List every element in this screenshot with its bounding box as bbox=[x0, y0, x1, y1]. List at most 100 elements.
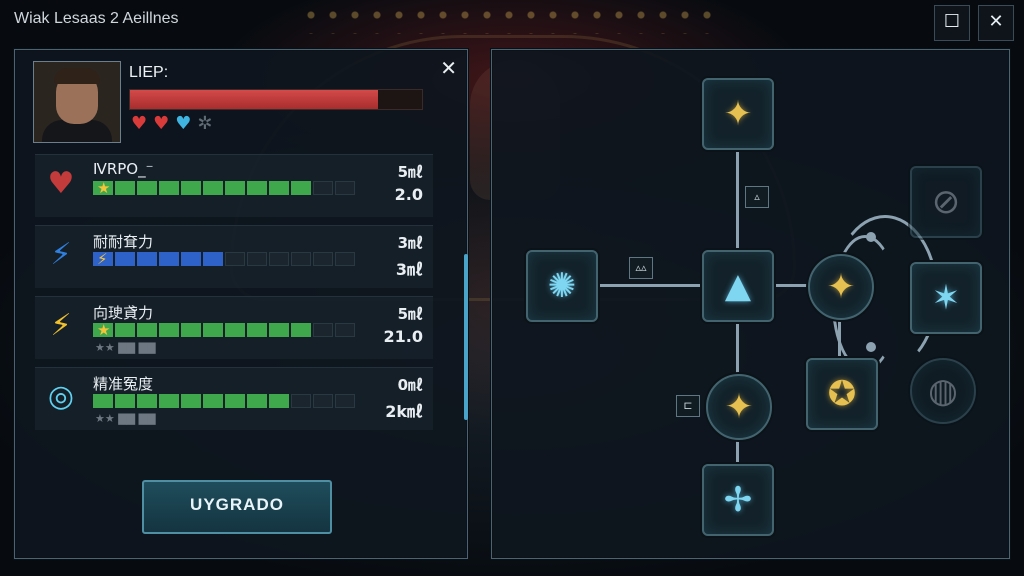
skill-node-center[interactable]: ▲ bbox=[702, 250, 774, 322]
stat-bar-segment bbox=[203, 181, 223, 195]
skill-icon: ✦ bbox=[723, 94, 753, 134]
stat-bar-segment bbox=[269, 252, 289, 266]
stat-name: 精准冤度 bbox=[93, 375, 154, 393]
stat-row[interactable]: ♥ ⅣRPO_⁻ ★ 5㎖ 2.0 bbox=[35, 154, 433, 217]
stat-bar-segment bbox=[335, 394, 355, 408]
skill-icon: ✢ bbox=[723, 480, 753, 520]
window-title: Wiak Lesaas 2 Aeillnes bbox=[14, 10, 179, 27]
skill-node-right-mid[interactable]: ✶ bbox=[910, 262, 982, 334]
small-badge-icon: ▵▵ bbox=[629, 257, 653, 279]
stat-row[interactable]: ⚡ 耐耐耷力 ⚡ 3㎖ 3㎖ bbox=[35, 225, 433, 288]
skill-node-lower-mid[interactable]: ✦ bbox=[706, 374, 772, 440]
stat-progress-bar bbox=[93, 252, 355, 266]
tree-connector bbox=[736, 320, 739, 376]
close-window-button[interactable]: ✕ bbox=[978, 5, 1014, 41]
heart-icon: ♥ bbox=[153, 113, 170, 134]
tree-connector bbox=[596, 284, 702, 287]
lightning-icon: ⚡ bbox=[50, 236, 72, 272]
stat-bar-segment bbox=[291, 181, 311, 195]
stat-bar-segment bbox=[269, 394, 289, 408]
stat-bar-segment bbox=[159, 181, 179, 195]
maximize-button[interactable]: ☐ bbox=[934, 5, 970, 41]
stat-value-secondary: 2.0 bbox=[394, 185, 423, 204]
stat-bar-segment bbox=[225, 323, 245, 337]
small-badge-icon: ⊏ bbox=[676, 395, 700, 417]
tree-connector bbox=[736, 150, 739, 250]
stat-bar-segment bbox=[159, 252, 179, 266]
skill-icon: ✪ bbox=[827, 374, 857, 414]
stat-bar-segment bbox=[115, 252, 135, 266]
stat-bar-segment bbox=[115, 323, 135, 337]
stat-value-secondary: 21.0 bbox=[383, 327, 423, 346]
heart-icon: ♥ bbox=[47, 165, 75, 201]
skill-icon: ✺ bbox=[547, 266, 577, 306]
stat-bar-segment bbox=[137, 252, 157, 266]
stat-bar-segment bbox=[137, 394, 157, 408]
stat-bar-segment bbox=[247, 394, 267, 408]
stat-value-primary: 5㎖ bbox=[397, 163, 423, 181]
skill-node-right-bottom[interactable]: ◍ bbox=[910, 358, 976, 424]
skill-node-mid-right[interactable]: ✦ bbox=[808, 254, 874, 320]
stat-bar-segment bbox=[115, 181, 135, 195]
skill-icon: ◍ bbox=[928, 371, 958, 411]
stat-progress-bar bbox=[93, 323, 355, 337]
stat-bar-segment bbox=[313, 252, 333, 266]
stat-bar-segment bbox=[225, 181, 245, 195]
lives-row: ♥ ♥ ♥ ✲ bbox=[131, 114, 213, 134]
heart-icon: ♥ bbox=[131, 113, 148, 134]
stats-scrollbar[interactable] bbox=[464, 254, 468, 420]
small-badge-icon: ▵ bbox=[745, 186, 769, 208]
stat-bar-segment bbox=[137, 181, 157, 195]
stat-bar-segment bbox=[203, 323, 223, 337]
health-bar bbox=[129, 89, 423, 110]
stat-bar-segment bbox=[225, 252, 245, 266]
skill-icon: ✦ bbox=[724, 387, 754, 427]
lightning-icon: ⚡ bbox=[97, 250, 108, 268]
stat-bar-segment bbox=[181, 181, 201, 195]
target-icon: ◎ bbox=[47, 378, 75, 414]
stat-row[interactable]: ◎ 精准冤度 0㎖ 2k㎖ ★★ ▇▇ ▇▇ bbox=[35, 367, 433, 430]
stat-bar-segment bbox=[181, 323, 201, 337]
stat-sub-rating: ★★ ▇▇ ▇▇ bbox=[95, 412, 156, 425]
stat-bar-segment bbox=[247, 323, 267, 337]
stat-bar-segment bbox=[203, 252, 223, 266]
stat-bar-segment bbox=[335, 181, 355, 195]
tree-junction bbox=[866, 232, 876, 242]
character-portrait bbox=[33, 61, 121, 143]
skill-node-left[interactable]: ✺ bbox=[526, 250, 598, 322]
stat-name: 向㻀貣力 bbox=[93, 304, 154, 322]
stat-bar-segment bbox=[203, 394, 223, 408]
stat-bar-segment bbox=[159, 323, 179, 337]
stat-bar-segment bbox=[291, 252, 311, 266]
stat-bar-segment bbox=[335, 323, 355, 337]
stat-bar-segment bbox=[137, 323, 157, 337]
stat-value-secondary: 2k㎖ bbox=[385, 402, 423, 421]
stat-name: 耐耐耷力 bbox=[93, 233, 154, 251]
character-label: LIEP: bbox=[129, 64, 169, 81]
stat-bar-segment bbox=[159, 394, 179, 408]
sign-bulbs bbox=[300, 4, 720, 34]
stat-row[interactable]: ⚡ 向㻀貣力 ★ 5㎖ 21.0 ★★ ▇▇ ▇▇ bbox=[35, 296, 433, 359]
skill-node-bottom[interactable]: ✢ bbox=[702, 464, 774, 536]
skill-node-top[interactable]: ✦ bbox=[702, 78, 774, 150]
health-bar-fill bbox=[130, 90, 379, 109]
stat-bar-segment bbox=[93, 394, 113, 408]
upgrade-button[interactable]: UYGRADO bbox=[142, 480, 332, 534]
gear-icon: ✲ bbox=[197, 113, 213, 134]
stat-bar-segment bbox=[247, 181, 267, 195]
character-panel: LIEP: ♥ ♥ ♥ ✲ ✕ ♥ ⅣRPO_⁻ ★ 5㎖ 2.0 ⚡ 耐耐耷力 ⚡ 3㎖ 3㎖ ⚡ 向㻀貣… bbox=[14, 49, 468, 559]
tree-connector bbox=[736, 436, 739, 466]
skill-node-right-top[interactable]: ⊘ bbox=[910, 166, 982, 238]
stat-bar-segment bbox=[313, 323, 333, 337]
stat-bar-segment bbox=[269, 323, 289, 337]
tree-junction bbox=[866, 342, 876, 352]
stat-bar-segment bbox=[115, 394, 135, 408]
lightning-icon: ⚡ bbox=[50, 307, 72, 343]
maximize-icon: ☐ bbox=[943, 11, 961, 32]
stat-bar-segment bbox=[291, 394, 311, 408]
skill-node-right-lower[interactable]: ✪ bbox=[806, 358, 878, 430]
stat-name: ⅣRPO_⁻ bbox=[93, 160, 154, 178]
close-icon: ✕ bbox=[988, 11, 1004, 32]
panel-close-button[interactable]: ✕ bbox=[440, 56, 457, 80]
stat-bar-segment bbox=[181, 394, 201, 408]
